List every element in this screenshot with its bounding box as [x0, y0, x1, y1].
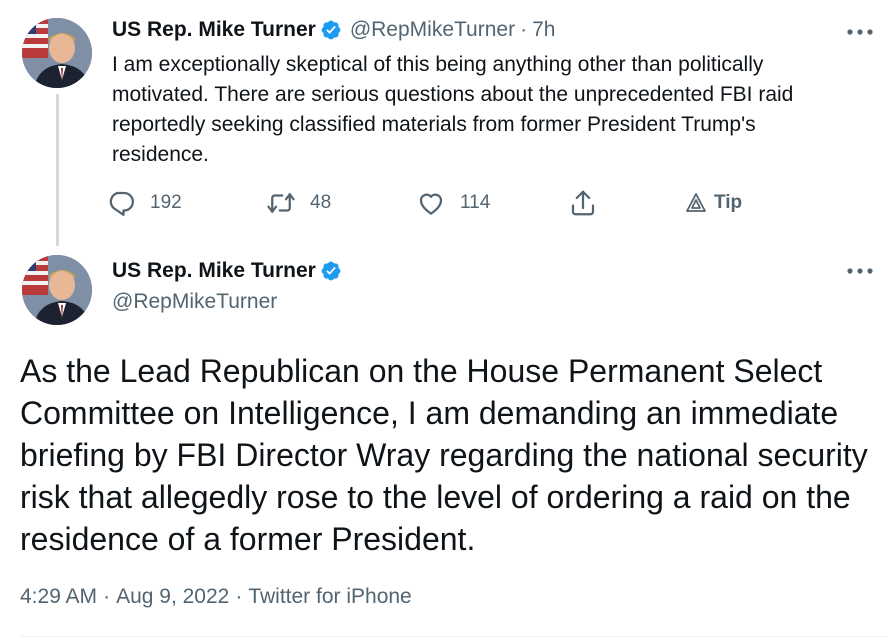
retweet-button[interactable]: 48	[266, 186, 331, 220]
author-handle[interactable]: @RepMikeTurner	[112, 290, 277, 314]
separator-dot: ·	[520, 18, 528, 41]
reply-button[interactable]: 192	[106, 186, 182, 220]
reply-icon	[106, 188, 136, 218]
author-handle[interactable]: @RepMikeTurner	[350, 18, 515, 42]
reply-count: 192	[150, 192, 182, 213]
avatar-portrait-image	[22, 18, 92, 88]
verified-icon	[320, 260, 342, 282]
tweet-meta: 4:29 AM · Aug 9, 2022 · Twitter for iPhone	[20, 585, 412, 609]
tweet-time[interactable]: 4:29 AM	[20, 585, 97, 608]
reply-tweet-text: I am exceptionally skeptical of this bei…	[112, 53, 794, 166]
verified-icon	[320, 19, 342, 41]
like-button[interactable]: 114	[416, 186, 490, 220]
author-avatar[interactable]	[22, 255, 92, 325]
main-tweet-text: As the Lead Republican on the House Perm…	[20, 353, 868, 557]
share-button[interactable]	[568, 186, 598, 220]
divider	[20, 636, 888, 637]
thread-connector-line	[56, 94, 59, 246]
share-icon	[568, 188, 598, 218]
main-tweet-header: US Rep. Mike Turner	[112, 259, 342, 283]
like-icon	[416, 188, 446, 218]
avatar-portrait-image	[22, 255, 92, 325]
reply-tweet-header: US Rep. Mike Turner @RepMikeTurner · 7h	[112, 18, 555, 42]
separator-dot: ·	[235, 585, 243, 608]
more-icon[interactable]	[846, 266, 874, 276]
tip-label: Tip	[714, 192, 743, 213]
more-icon[interactable]	[846, 27, 874, 37]
author-name[interactable]: US Rep. Mike Turner	[112, 18, 316, 42]
retweet-count: 48	[310, 192, 332, 213]
tweet-date[interactable]: Aug 9, 2022	[116, 585, 229, 608]
tip-button[interactable]: Tip	[684, 186, 742, 220]
author-name[interactable]: US Rep. Mike Turner	[112, 259, 316, 283]
author-avatar[interactable]	[22, 18, 92, 88]
separator-dot: ·	[103, 585, 111, 608]
tweet-source[interactable]: Twitter for iPhone	[248, 585, 411, 608]
like-count: 114	[460, 192, 491, 213]
retweet-icon	[266, 188, 296, 218]
tip-icon	[684, 191, 708, 215]
tweet-time-ago[interactable]: 7h	[532, 18, 555, 42]
tweet-action-bar: 192 48 114 Tip	[106, 186, 766, 220]
